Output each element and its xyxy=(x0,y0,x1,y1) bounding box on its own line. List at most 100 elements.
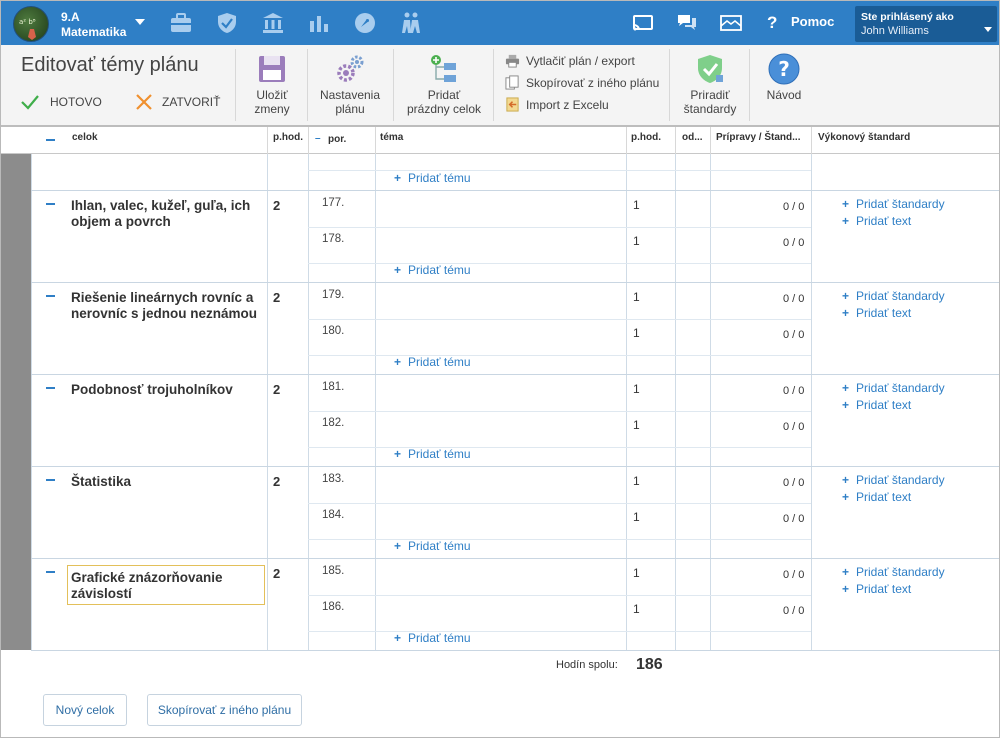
assign-standards-button[interactable]: Priradiť štandardy xyxy=(679,53,741,116)
add-standards-link[interactable]: + Pridať štandardy xyxy=(842,197,945,211)
students-icon[interactable] xyxy=(399,11,423,35)
copy-icon xyxy=(505,75,519,90)
unit-name[interactable]: Štatistika xyxy=(71,474,261,490)
plus-icon: + xyxy=(394,263,402,277)
plan-toolbar: Editovať témy plánu HOTOVO ZATVORIŤ Ulož… xyxy=(1,45,999,127)
row-handle-bar xyxy=(1,154,31,650)
topic-hours[interactable]: 1 xyxy=(633,382,640,396)
topic-number: 181. xyxy=(322,381,345,393)
add-topic-link-label: Pridať tému xyxy=(408,631,471,645)
collapse-topics-icon[interactable]: – xyxy=(315,133,321,144)
add-topic-link[interactable]: + Pridať tému xyxy=(394,263,471,277)
add-topic-link[interactable]: + Pridať tému xyxy=(394,539,471,553)
new-unit-button[interactable]: Nový celok xyxy=(43,694,127,726)
topic-hours[interactable]: 1 xyxy=(633,198,640,212)
add-text-link-label: Pridať text xyxy=(856,490,912,504)
save-label-2: zmeny xyxy=(254,102,290,116)
topic-number: 183. xyxy=(322,473,345,485)
bar-chart-icon[interactable] xyxy=(307,11,331,35)
unit-hours[interactable]: 2 xyxy=(273,382,280,397)
topic-row-divider xyxy=(308,319,811,320)
add-standards-link-label: Pridať štandardy xyxy=(856,473,945,487)
help-icon[interactable]: ? xyxy=(767,13,777,33)
toolbar-divider xyxy=(493,49,494,121)
add-topic-link[interactable]: + Pridať tému xyxy=(394,631,471,645)
add-text-link[interactable]: + Pridať text xyxy=(842,214,911,228)
unit-hours[interactable]: 2 xyxy=(273,474,280,489)
collapse-unit-icon[interactable] xyxy=(46,295,55,297)
collapse-unit-icon[interactable] xyxy=(46,479,55,481)
collapse-unit-icon[interactable] xyxy=(46,387,55,389)
guide-button[interactable]: ? Návod xyxy=(759,53,809,102)
close-icon xyxy=(136,94,152,110)
topic-row-divider xyxy=(308,411,811,412)
topic-number: 182. xyxy=(322,417,345,429)
preparations-ratio: 0 / 0 xyxy=(783,237,805,249)
add-text-link[interactable]: + Pridať text xyxy=(842,306,911,320)
cast-icon[interactable] xyxy=(631,11,655,35)
subject-avatar[interactable]: a² b⁸ xyxy=(13,6,49,42)
chat-icon[interactable] xyxy=(675,11,699,35)
add-standards-link[interactable]: + Pridať štandardy xyxy=(842,565,945,579)
subject-name[interactable]: Matematika xyxy=(61,25,126,39)
unit-hours[interactable]: 2 xyxy=(273,566,280,581)
topic-hours[interactable]: 1 xyxy=(633,290,640,304)
unit-name-input[interactable]: Grafické znázorňovanie závislostí xyxy=(67,565,265,605)
header-por: por. xyxy=(328,134,347,145)
add-unit-label-1: Pridať xyxy=(427,88,461,102)
add-text-link[interactable]: + Pridať text xyxy=(842,490,911,504)
plan-settings-button[interactable]: Nastavenia plánu xyxy=(315,53,385,116)
assign-label-2: štandardy xyxy=(683,102,737,116)
save-button[interactable]: Uložiť zmeny xyxy=(246,53,298,116)
add-text-link[interactable]: + Pridať text xyxy=(842,398,911,412)
topic-hours[interactable]: 1 xyxy=(633,510,640,524)
header-column-divider xyxy=(375,127,376,154)
topic-hours[interactable]: 1 xyxy=(633,566,640,580)
institution-icon[interactable] xyxy=(261,11,285,35)
add-text-link-label: Pridať text xyxy=(856,398,912,412)
copy-from-plan-bottom-button[interactable]: Skopírovať z iného plánu xyxy=(147,694,302,726)
unit-name[interactable]: Podobnosť trojuholníkov xyxy=(71,382,261,398)
unit-name[interactable]: Ihlan, valec, kužeľ, guľa, ich objem a p… xyxy=(71,198,261,230)
class-name[interactable]: 9.A xyxy=(61,10,80,24)
add-empty-unit-button[interactable]: Pridať prázdny celok xyxy=(403,53,485,116)
topic-hours[interactable]: 1 xyxy=(633,234,640,248)
collapse-unit-icon[interactable] xyxy=(46,203,55,205)
unit-name[interactable]: Riešenie lineárnych rovníc a nerovníc s … xyxy=(71,290,261,322)
shield-icon[interactable] xyxy=(215,11,239,35)
header-phod-topic: p.hod. xyxy=(631,132,661,143)
rocket-icon[interactable] xyxy=(353,11,377,35)
add-topic-link-label: Pridať tému xyxy=(408,263,471,277)
add-topic-link[interactable]: + Pridať tému xyxy=(394,447,471,461)
add-standards-link[interactable]: + Pridať štandardy xyxy=(842,473,945,487)
chevron-down-icon[interactable] xyxy=(133,15,147,29)
preparations-ratio: 0 / 0 xyxy=(783,293,805,305)
topic-hours[interactable]: 1 xyxy=(633,474,640,488)
topic-hours[interactable]: 1 xyxy=(633,418,640,432)
add-standards-link[interactable]: + Pridať štandardy xyxy=(842,289,945,303)
unit-hours[interactable]: 2 xyxy=(273,290,280,305)
collapse-unit-icon[interactable] xyxy=(46,571,55,573)
unit-hours[interactable]: 2 xyxy=(273,198,280,213)
print-export-label: Vytlačiť plán / export xyxy=(526,54,635,68)
preparations-ratio: 0 / 0 xyxy=(783,477,805,489)
mail-icon[interactable] xyxy=(719,11,743,35)
topic-hours[interactable]: 1 xyxy=(633,326,640,340)
user-name: John Williams xyxy=(861,25,929,37)
unit-divider xyxy=(31,650,999,651)
column-divider xyxy=(675,154,676,651)
help-link[interactable]: Pomoc xyxy=(791,14,834,29)
guide-label: Návod xyxy=(766,88,802,102)
topic-row-divider xyxy=(308,447,811,448)
collapse-all-icon[interactable] xyxy=(46,139,55,141)
plus-icon: + xyxy=(394,539,402,553)
save-icon xyxy=(259,56,285,82)
header-column-divider xyxy=(308,127,309,154)
topic-hours[interactable]: 1 xyxy=(633,602,640,616)
user-menu[interactable]: Ste prihlásený ako John Williams xyxy=(855,6,997,42)
add-standards-link[interactable]: + Pridať štandardy xyxy=(842,381,945,395)
briefcase-icon[interactable] xyxy=(169,11,193,35)
add-text-link[interactable]: + Pridať text xyxy=(842,582,911,596)
add-topic-link[interactable]: + Pridať tému xyxy=(394,355,471,369)
add-topic-link[interactable]: + Pridať tému xyxy=(394,171,471,185)
